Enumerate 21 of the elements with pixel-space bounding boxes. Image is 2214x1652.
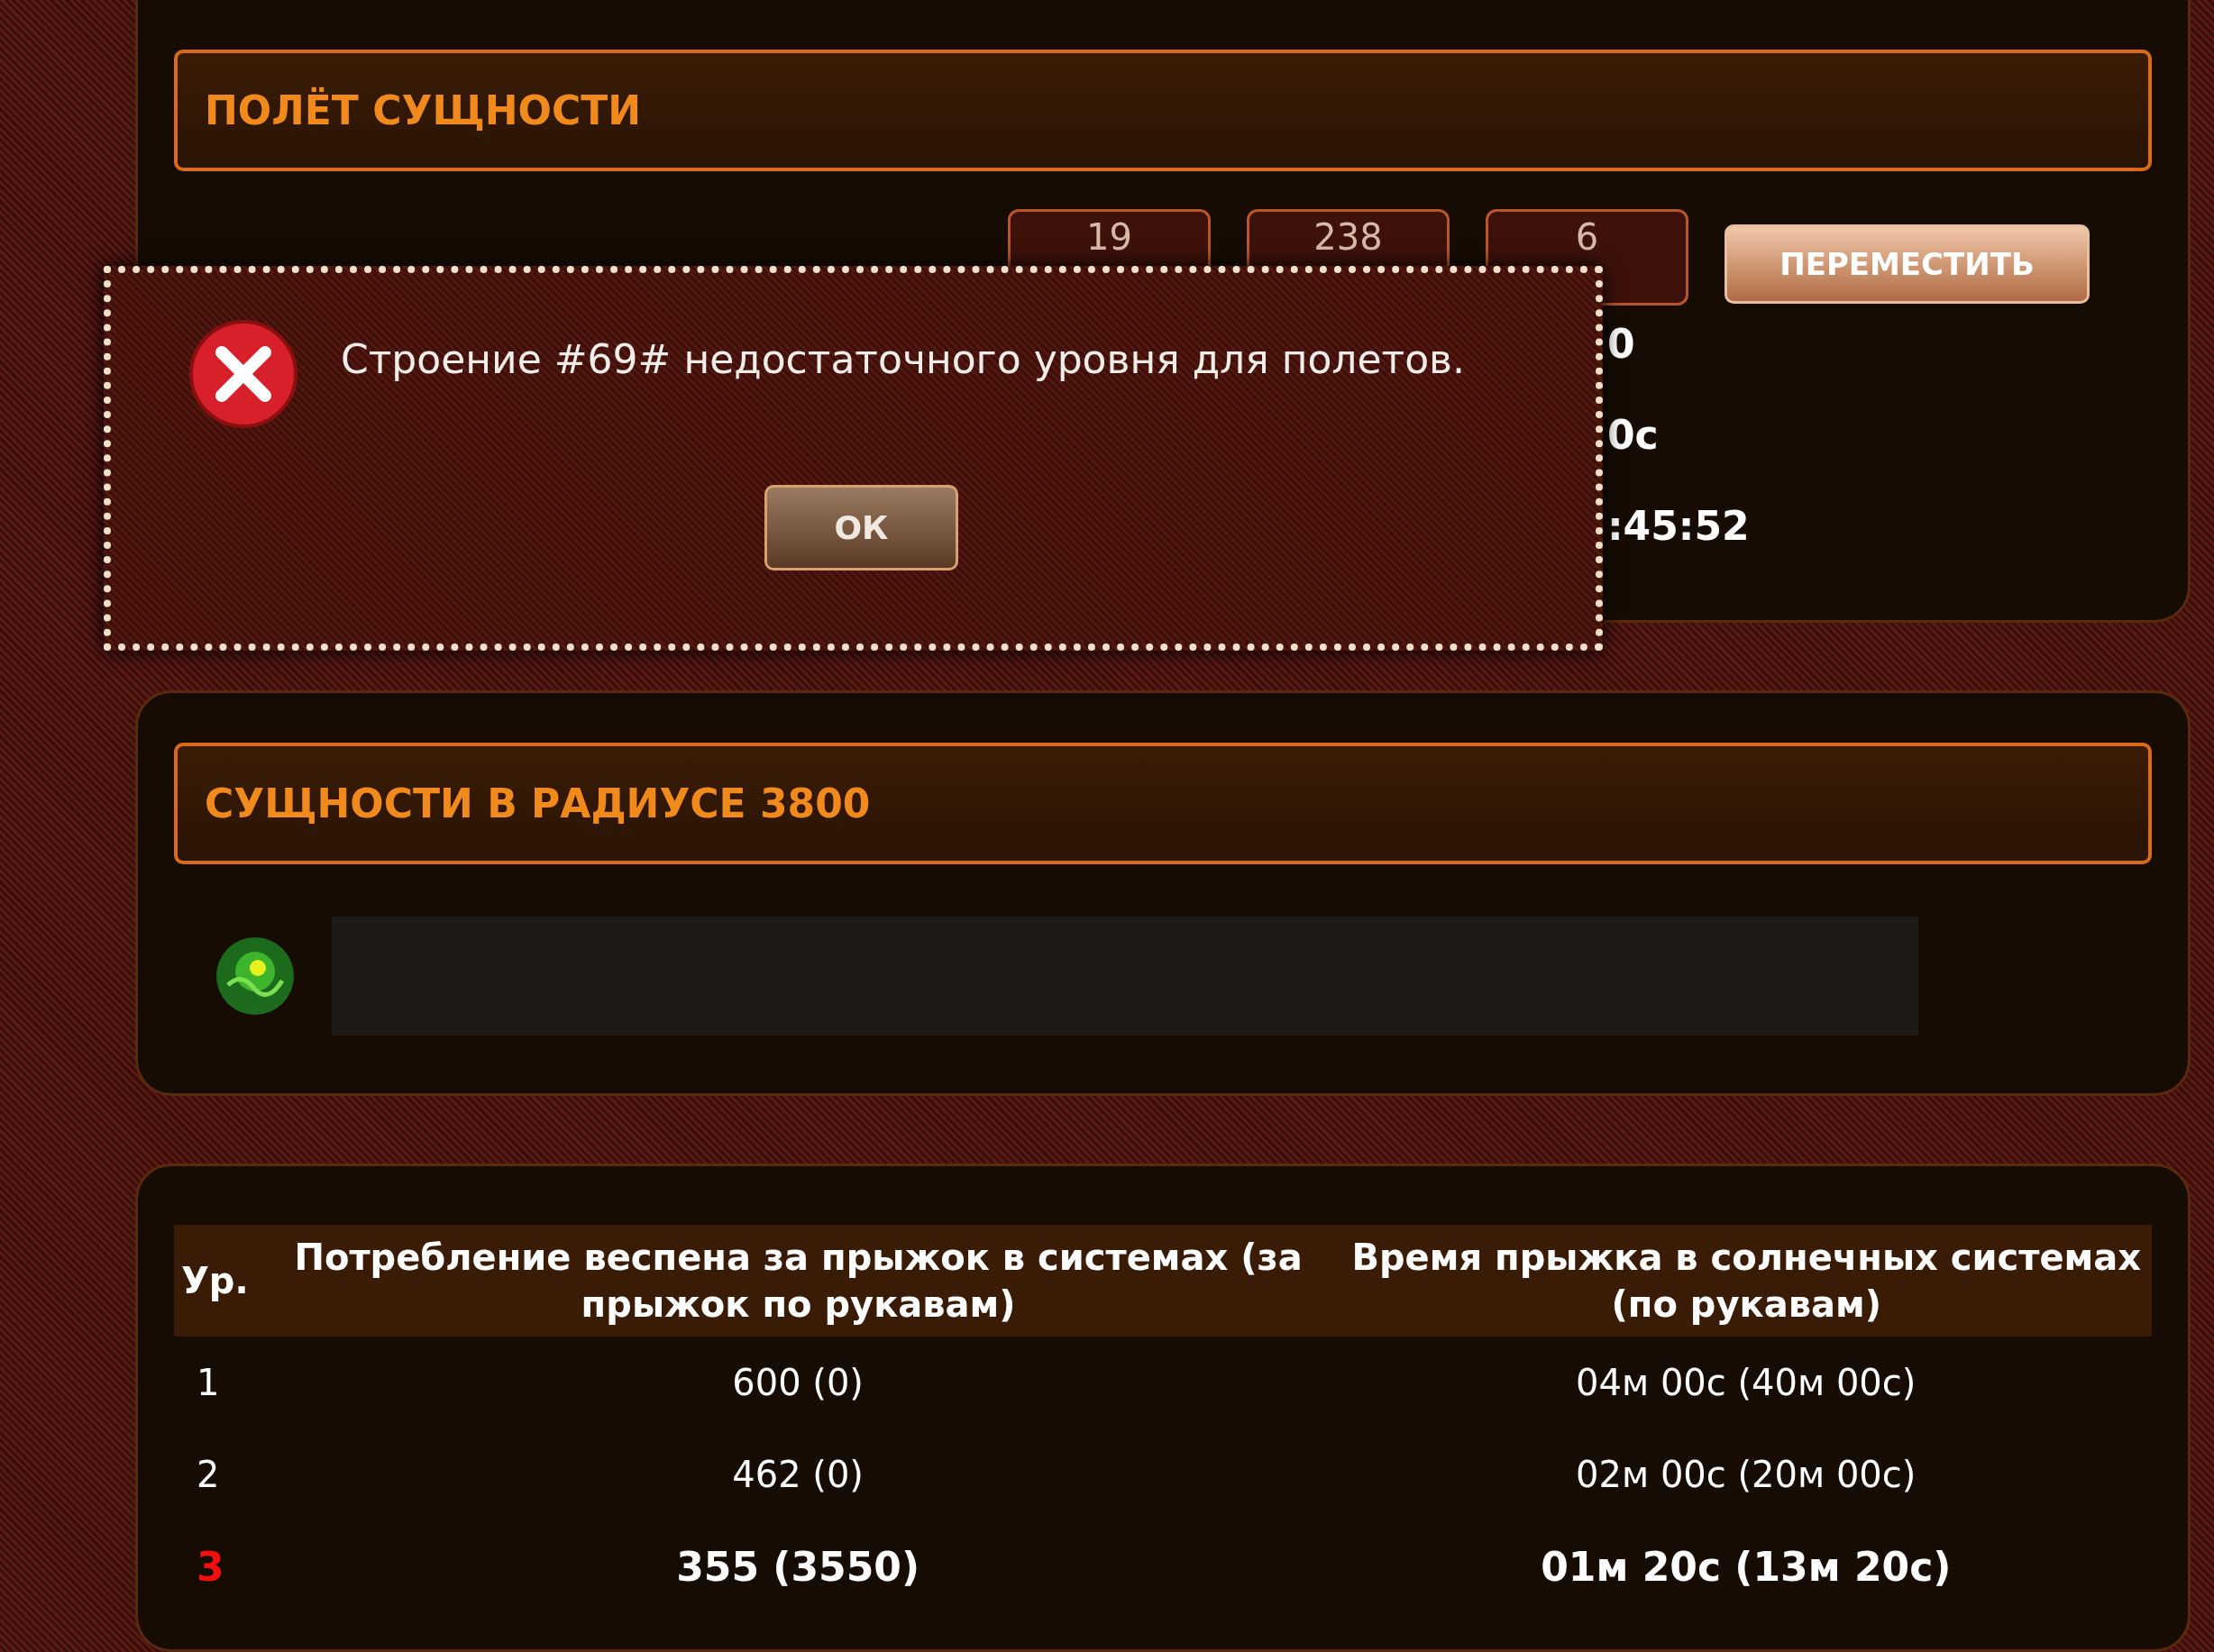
consumption-cell-text: 462 (0) <box>731 1453 865 1498</box>
level-cell-text: 2 <box>196 1453 221 1498</box>
level-cell-text: 3 <box>196 1542 225 1592</box>
ok-button[interactable]: ОК <box>764 485 958 570</box>
info-text: 0с <box>1607 415 1660 456</box>
panel-title: ПОЛЁТ СУЩНОСТИ <box>205 87 642 133</box>
error-message: Строение #69# недостаточного уровня для полетов. <box>341 336 1466 382</box>
column-header: Ур. <box>174 1225 256 1337</box>
info-text: 0 <box>1607 324 1636 365</box>
panel-title: СУЩНОСТИ В РАДИУСЕ 3800 <box>205 780 871 826</box>
time-cell: 04м 00с (40м 00с) <box>1340 1337 2152 1429</box>
level-cell: 1 <box>174 1337 256 1429</box>
orb-icon <box>215 935 296 1017</box>
time-cell-text: 02м 00с (20м 00с) <box>1575 1453 1917 1498</box>
column-header: Время прыжка в солнечных системах (по рукавам) <box>1340 1225 2152 1337</box>
info-text: :45:52 <box>1607 506 1751 547</box>
error-icon <box>188 318 300 431</box>
consumption-cell: 600 (0) <box>255 1337 1341 1429</box>
column-header: Потребление веспена за прыжок в системах (за прыжок по рукавам) <box>255 1225 1341 1337</box>
consumption-cell-text: 355 (3550) <box>675 1542 920 1592</box>
time-cell-text: 01м 20с (13м 20с) <box>1540 1542 1953 1592</box>
